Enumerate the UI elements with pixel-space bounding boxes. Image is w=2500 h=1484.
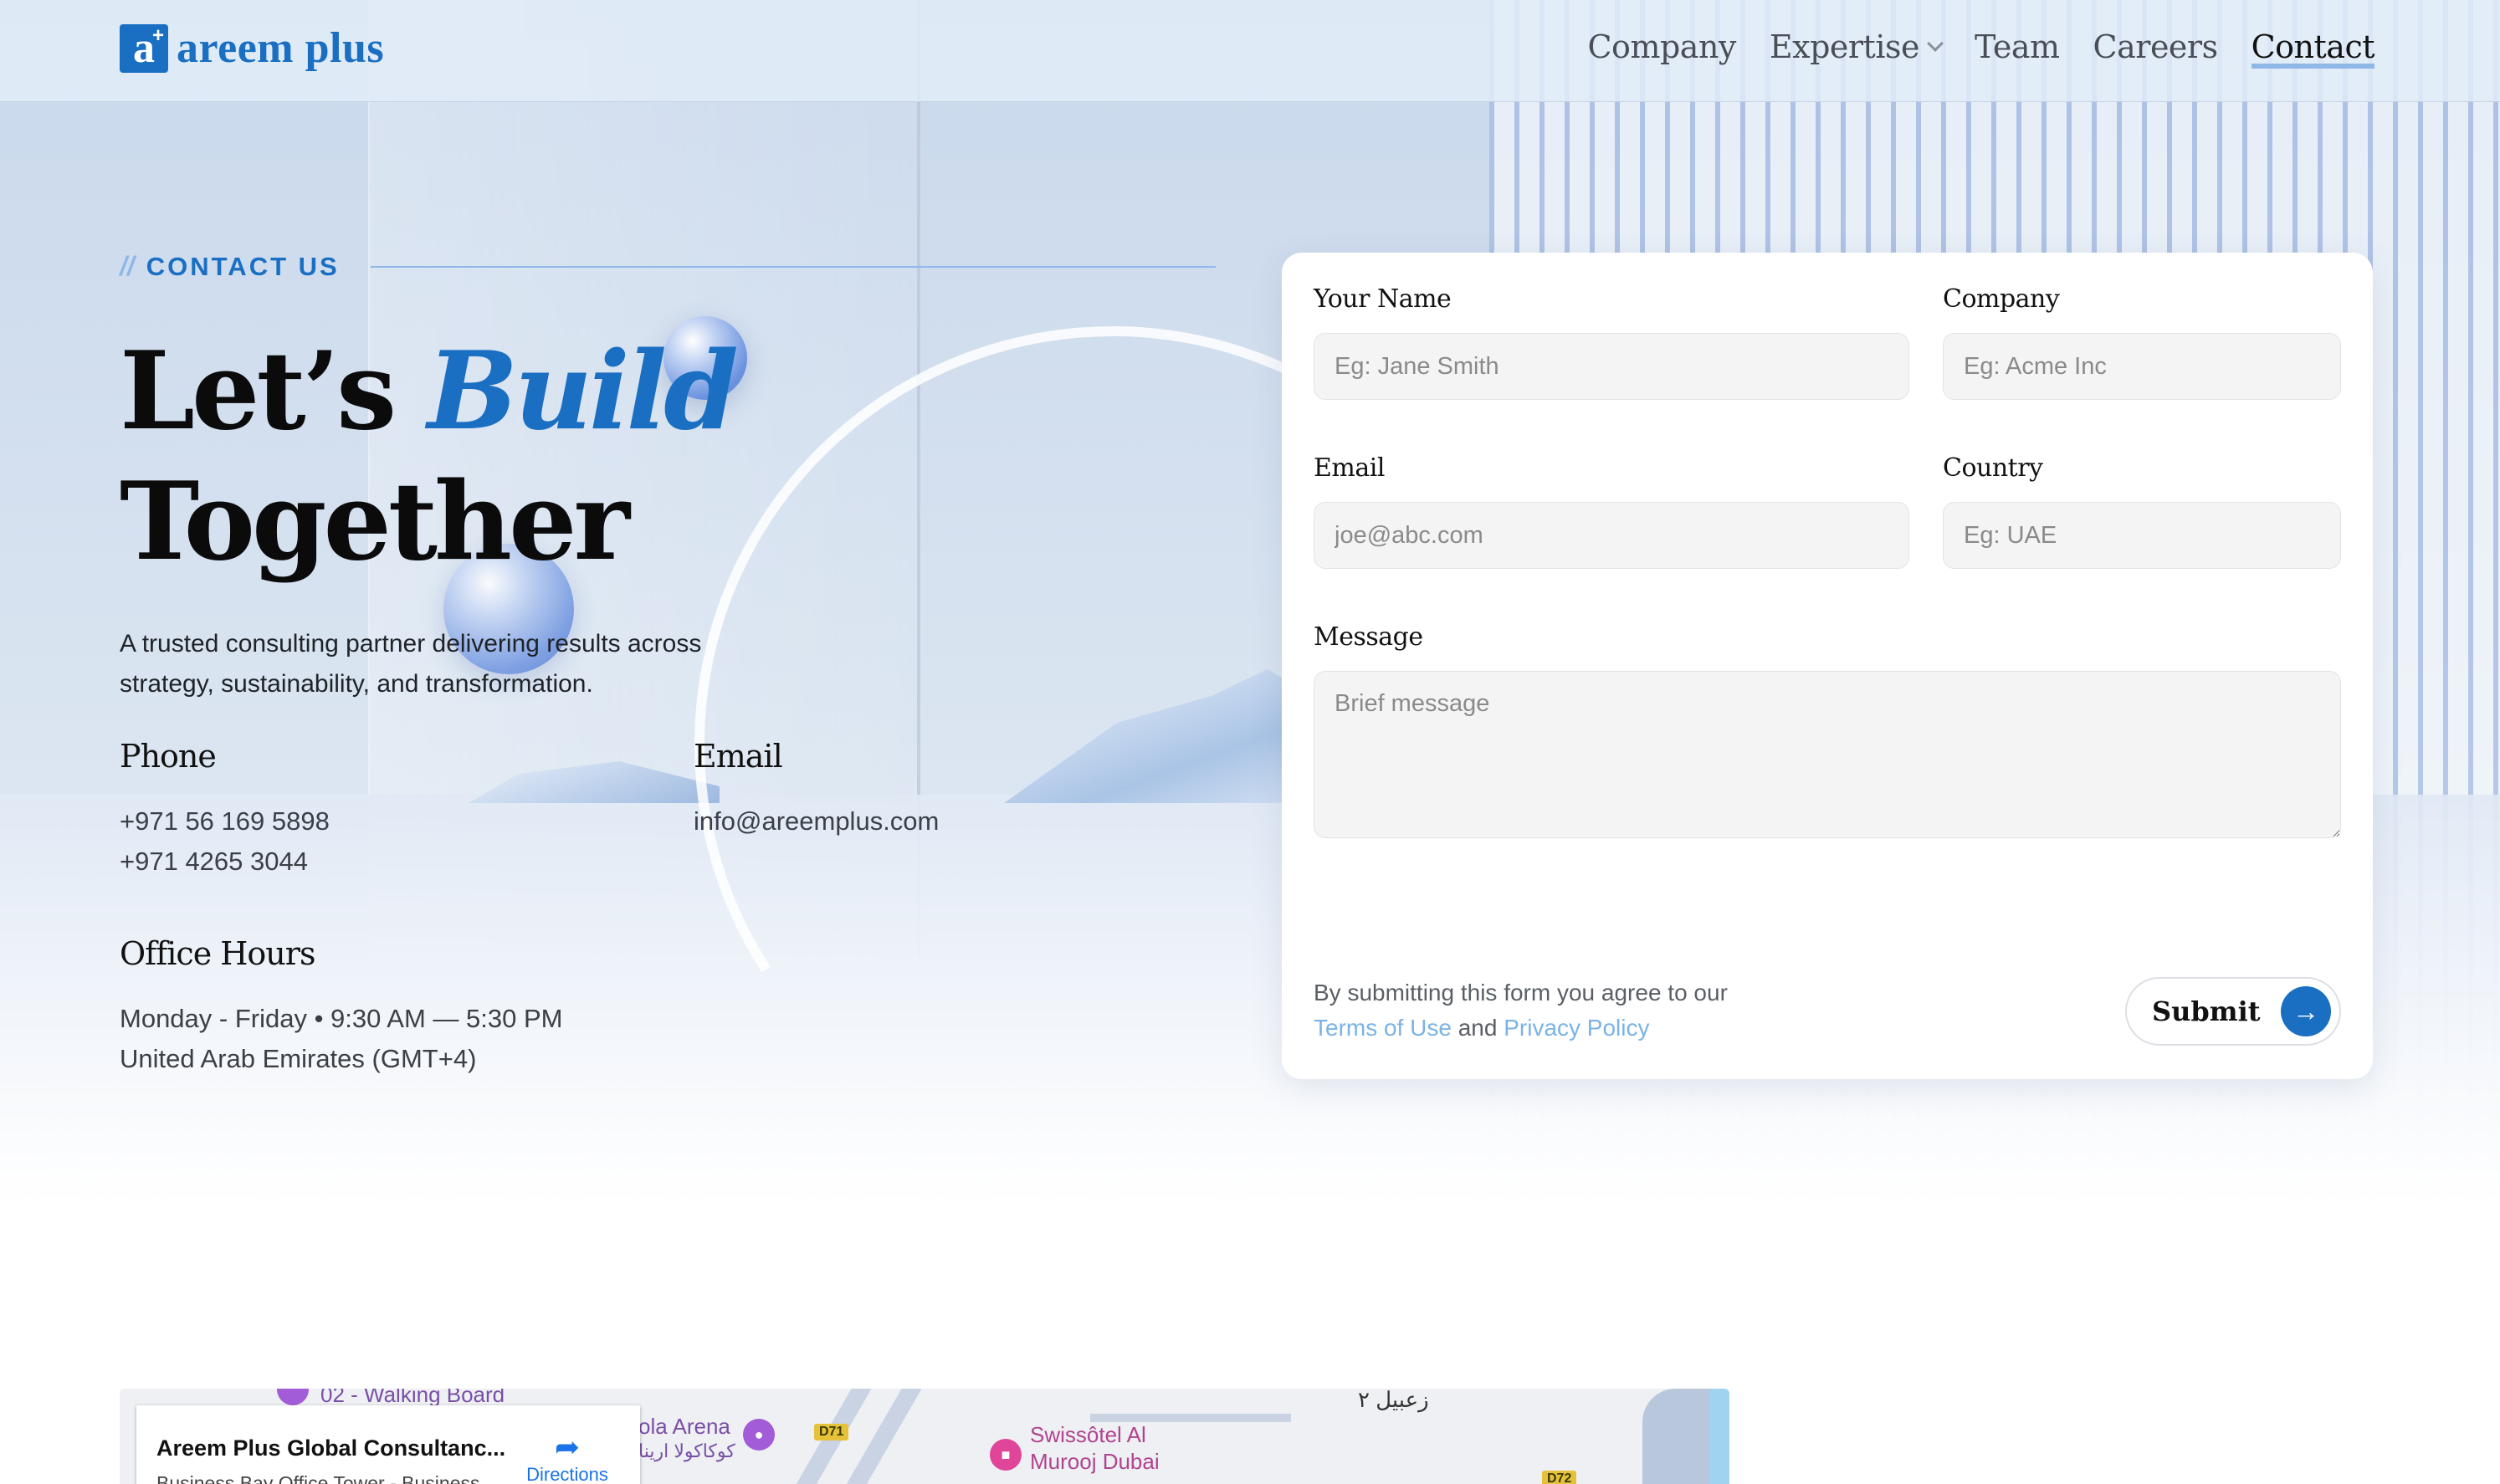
country-label: Country [1943, 453, 2043, 483]
terms-link[interactable]: Terms of Use [1314, 1015, 1452, 1041]
nav-expertise[interactable]: Expertise [1770, 28, 1944, 65]
submit-label: Submit [2152, 995, 2261, 1027]
section-eyebrow: // CONTACT US [120, 251, 340, 282]
email-input[interactable] [1314, 502, 1909, 569]
phone-link[interactable]: +971 4265 3044 [120, 842, 330, 882]
location-map[interactable]: 02 - Walking Board ola Arena كوكاكولا ار… [120, 1389, 1729, 1484]
office-hours-label: Office Hours [120, 935, 315, 972]
logo-mark-icon: a + [120, 23, 168, 73]
form-agreement: By submitting this form you agree to our… [1314, 980, 1728, 1041]
map-label: Murooj Dubai [1030, 1449, 1160, 1474]
map-place-title: Areem Plus Global Consultanc... [156, 1435, 506, 1461]
chevron-down-icon [1927, 35, 1944, 52]
directions-button[interactable]: ➦ Directions [517, 1430, 617, 1484]
email-field-label: Email [1314, 453, 1385, 483]
map-label: كوكاكولا ارينا [638, 1441, 735, 1461]
phone-values: +971 56 169 5898 +971 4265 3044 [120, 801, 330, 882]
map-road [1642, 1389, 1709, 1484]
headline-accent: Build [427, 329, 739, 454]
nav-company[interactable]: Company [1587, 28, 1736, 65]
hotel-pin-icon: ■ [990, 1439, 1022, 1471]
email-label: Email [694, 738, 783, 775]
map-place-subtitle: Business Bay Office Tower - Business [156, 1472, 480, 1484]
eyebrow-slash: // [120, 251, 135, 281]
email-link[interactable]: info@areemplus.com [694, 801, 939, 842]
message-textarea[interactable] [1314, 671, 2341, 838]
contact-form: Your Name Company Email Country Message … [1282, 253, 2373, 1079]
page-title: Let’s Build Together [120, 329, 739, 585]
phone-label: Phone [120, 738, 217, 775]
company-input[interactable] [1943, 333, 2341, 400]
nav-careers[interactable]: Careers [2093, 28, 2219, 65]
privacy-link[interactable]: Privacy Policy [1504, 1015, 1649, 1041]
site-header: a + areem plus Company Expertise Team Car… [0, 0, 2500, 102]
map-place-card: Areem Plus Global Consultanc... Business… [136, 1405, 640, 1484]
map-pin-icon [277, 1389, 309, 1405]
name-input[interactable] [1314, 333, 1909, 400]
map-water [1709, 1389, 1729, 1484]
brand-name: areem plus [177, 24, 385, 72]
message-label: Message [1314, 622, 1423, 652]
submit-button[interactable]: Submit → [2125, 977, 2341, 1046]
hero-lead: A trusted consulting partner delivering … [120, 630, 702, 698]
eyebrow-text: CONTACT US [146, 251, 340, 281]
map-pin-icon: ● [743, 1419, 775, 1451]
nav-team[interactable]: Team [1975, 28, 2060, 65]
map-label: زعبيل ٢ [1358, 1389, 1429, 1412]
map-road-shield: D72 [1542, 1471, 1577, 1484]
phone-link[interactable]: +971 56 169 5898 [120, 801, 330, 842]
brand-logo[interactable]: a + areem plus [120, 23, 384, 73]
map-label: Swissôtel Al [1030, 1422, 1146, 1447]
map-road [1090, 1414, 1291, 1422]
company-label: Company [1943, 284, 2060, 314]
map-road-shield: D71 [814, 1424, 849, 1441]
country-input[interactable] [1943, 502, 2341, 569]
arrow-right-icon: → [2281, 986, 2331, 1036]
directions-icon: ➦ [554, 1430, 581, 1464]
name-label: Your Name [1314, 284, 1452, 314]
main-nav: Company Expertise Team Careers Contact [1587, 28, 2375, 69]
eyebrow-divider [371, 266, 1216, 268]
map-label: ola Arena [638, 1414, 730, 1439]
nav-contact[interactable]: Contact [2251, 28, 2375, 69]
office-hours-values: Monday - Friday • 9:30 AM — 5:30 PM Unit… [120, 1004, 563, 1073]
